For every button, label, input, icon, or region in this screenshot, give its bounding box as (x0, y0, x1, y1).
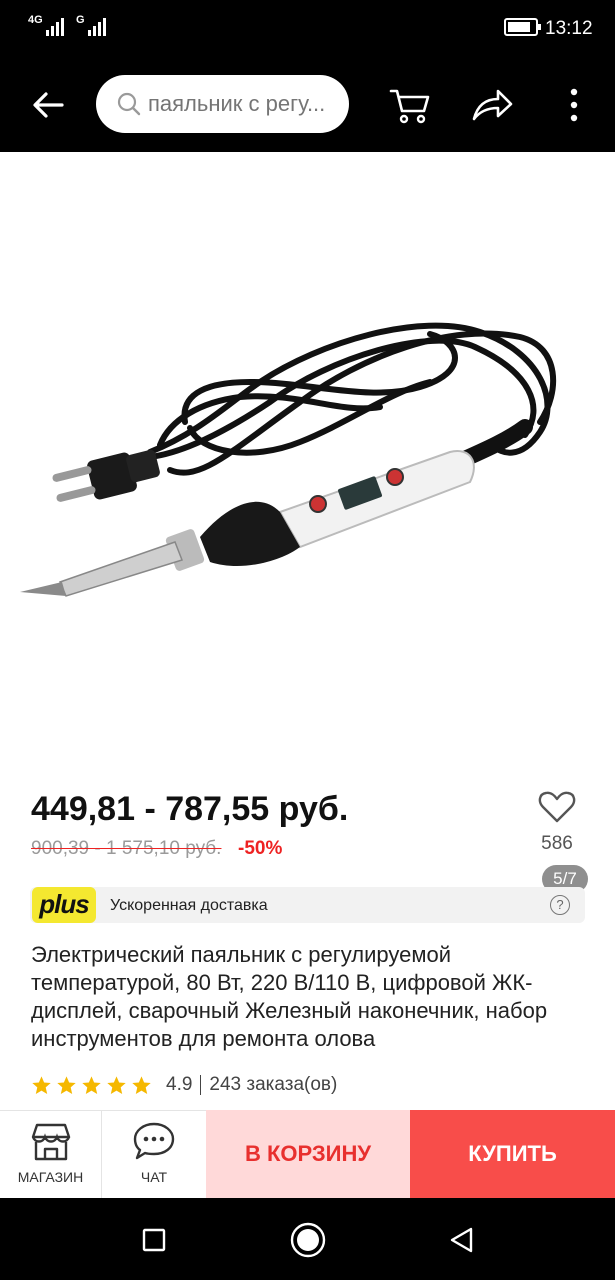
star-icon (107, 1075, 126, 1094)
status-bar: 4G G 13:12 (0, 0, 615, 58)
star-icon (57, 1075, 76, 1094)
app-bar (0, 58, 615, 152)
product-title: Электрический паяльник с регулируемой те… (31, 942, 548, 1051)
buy-now-button[interactable]: КУПИТЬ (410, 1110, 615, 1198)
search-icon (117, 92, 141, 116)
star-icon (32, 1075, 51, 1094)
product-image-gallery[interactable]: 5/7 (0, 152, 615, 893)
rating-stars (31, 1075, 152, 1096)
share-icon[interactable] (470, 83, 514, 127)
bottom-action-bar: МАГАЗИН ЧАТ В КОРЗИНУ КУПИТЬ (0, 1110, 615, 1198)
clock: 13:12 (545, 18, 593, 39)
battery-fill (508, 22, 530, 32)
battery-icon (504, 18, 541, 36)
orders-count: 243 заказа(ов) (209, 1074, 338, 1095)
store-label: МАГАЗИН (17, 1169, 84, 1185)
plus-delivery-banner[interactable]: plus Ускоренная доставка ? (30, 887, 585, 923)
signal-bars-2-icon (88, 18, 106, 36)
help-icon[interactable]: ? (550, 895, 570, 915)
recent-apps-icon[interactable] (134, 1220, 174, 1260)
separator (200, 1075, 202, 1095)
signal-bars-1-icon (46, 18, 64, 36)
rating-value: 4.9 (166, 1074, 193, 1095)
favorite-button[interactable]: 586 (533, 790, 581, 862)
favorites-count: 586 (541, 833, 573, 854)
plus-delivery-text: Ускоренная доставка (110, 897, 268, 914)
home-icon[interactable] (288, 1220, 328, 1260)
back-arrow-icon[interactable] (28, 85, 68, 125)
more-options-icon[interactable] (552, 83, 596, 127)
chat-label: ЧАТ (140, 1169, 168, 1185)
star-icon (82, 1075, 101, 1094)
cart-icon[interactable] (388, 83, 432, 127)
back-nav-icon[interactable] (442, 1220, 482, 1260)
search-bar[interactable] (96, 75, 349, 133)
old-price: 900,39 - 1 575,10 руб. (31, 838, 222, 859)
discount-badge: -50% (238, 838, 283, 859)
chat-button[interactable]: ЧАТ (102, 1110, 206, 1198)
star-icon (132, 1075, 151, 1094)
add-to-cart-button[interactable]: В КОРЗИНУ (206, 1110, 410, 1198)
plus-logo: plus (32, 887, 96, 923)
system-nav-bar (0, 1198, 615, 1280)
network-type-1: 4G (28, 14, 43, 26)
network-type-2: G (76, 14, 85, 26)
heart-icon (538, 791, 576, 823)
search-input[interactable] (148, 91, 348, 117)
chat-icon (133, 1122, 175, 1160)
product-price: 449,81 - 787,55 руб. (31, 790, 349, 828)
store-button[interactable]: МАГАЗИН (0, 1110, 102, 1198)
store-icon (31, 1123, 70, 1161)
soldering-iron-image (20, 322, 557, 597)
rating-row[interactable]: 4.9 243 заказа(ов) (31, 1072, 337, 1098)
